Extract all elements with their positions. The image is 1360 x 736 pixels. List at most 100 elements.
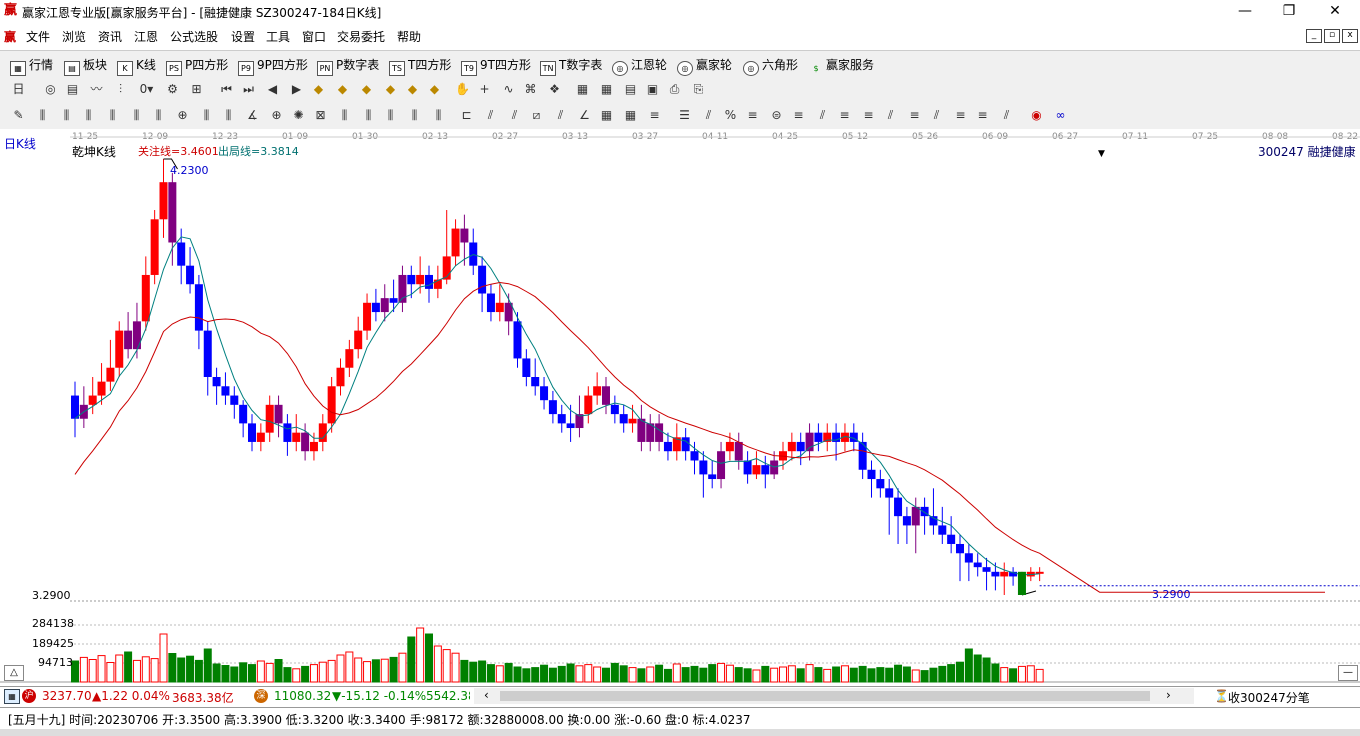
candle-body[interactable] xyxy=(947,534,956,544)
candle-body[interactable] xyxy=(194,284,203,331)
fib-tool-04-icon[interactable]: ⊜ xyxy=(768,107,785,124)
candle-body[interactable] xyxy=(681,437,690,452)
fib-tool-09-icon[interactable]: ⫽ xyxy=(882,107,899,124)
gann-tool-14-icon[interactable]: ⫼ xyxy=(336,107,353,124)
candle-body[interactable] xyxy=(655,423,664,442)
candle-body[interactable] xyxy=(885,488,894,498)
export-icon[interactable]: ⎘ xyxy=(690,81,707,98)
gann-tool-17-icon[interactable]: ⫼ xyxy=(406,107,423,124)
menu-info[interactable]: 资讯 xyxy=(98,28,122,45)
bars-icon[interactable]: ⫶ xyxy=(112,81,129,98)
candle-body[interactable] xyxy=(371,302,380,313)
tool-b-icon[interactable]: ❖ xyxy=(546,81,563,98)
line-tool-01-icon[interactable]: ⊏ xyxy=(458,107,475,124)
fib-tool-12-icon[interactable]: ≡ xyxy=(952,107,969,124)
gann-tool-08-icon[interactable]: ⫼ xyxy=(198,107,215,124)
candle-body[interactable] xyxy=(380,298,389,313)
candle-body[interactable] xyxy=(725,441,734,452)
candle-body[interactable] xyxy=(265,404,274,433)
diamond-6-icon[interactable]: ◆ xyxy=(426,81,443,98)
diamond-3-icon[interactable]: ◆ xyxy=(358,81,375,98)
candle-body[interactable] xyxy=(71,395,79,419)
gann-tool-02-icon[interactable]: ⫼ xyxy=(58,107,75,124)
candle-body[interactable] xyxy=(186,265,195,285)
gann-tool-01-icon[interactable]: ⫼ xyxy=(34,107,51,124)
candle-body[interactable] xyxy=(1000,571,1009,577)
color-wheel-icon[interactable]: ◉ xyxy=(1028,107,1045,124)
infinity-icon[interactable]: ∞ xyxy=(1052,107,1069,124)
fib-tool-05-icon[interactable]: ≡ xyxy=(790,107,807,124)
filter-icon[interactable]: ⏳ xyxy=(1214,689,1229,703)
candle-body[interactable] xyxy=(239,404,248,424)
candle-body[interactable] xyxy=(548,400,557,415)
tick-data-label[interactable]: 收300247分笔 xyxy=(1228,689,1310,706)
tb-winner-wheel[interactable]: ◎ 赢家轮 xyxy=(677,56,732,76)
gann-tool-09-icon[interactable]: ⫼ xyxy=(220,107,237,124)
candle-body[interactable] xyxy=(743,460,752,475)
candle-body[interactable] xyxy=(354,330,363,350)
candle-body[interactable] xyxy=(964,553,973,563)
tb-hexagon[interactable]: ◎ 六角形 xyxy=(743,56,798,76)
candle-body[interactable] xyxy=(956,543,964,554)
mdi-minimize-icon[interactable]: _ xyxy=(1306,29,1322,43)
menu-formula[interactable]: 公式选股 xyxy=(170,28,218,45)
fib-tool-08-icon[interactable]: ≡ xyxy=(860,107,877,124)
candle-body[interactable] xyxy=(531,377,540,387)
candle-body[interactable] xyxy=(248,423,256,442)
tb-sector[interactable]: ▤ 板块 xyxy=(64,56,107,76)
candle-body[interactable] xyxy=(982,567,991,572)
candle-body[interactable] xyxy=(97,381,106,396)
scroll-thumb[interactable] xyxy=(500,691,1150,701)
kline-chart-panel[interactable]: 11-25 12-09 12-23 01-09 01-30 02-13 02-27 03-13… xyxy=(0,129,1360,685)
candle-body[interactable] xyxy=(540,386,549,401)
gann-tool-03-icon[interactable]: ⫼ xyxy=(80,107,97,124)
line-tool-09-icon[interactable]: ≡ xyxy=(646,107,663,124)
calendar-icon[interactable]: ▦ xyxy=(574,81,591,98)
tb-p-table[interactable]: PN P数字表 xyxy=(317,56,379,76)
candle-body[interactable] xyxy=(292,432,301,442)
candle-body[interactable] xyxy=(867,469,876,480)
candle-body[interactable] xyxy=(256,432,265,442)
candle-body[interactable] xyxy=(88,395,97,405)
collapse-up-icon[interactable]: △ xyxy=(4,665,24,681)
pen-icon[interactable]: ✎ xyxy=(10,107,27,124)
restore-button[interactable]: ❐ xyxy=(1266,0,1312,24)
trend-icon[interactable]: ∿ xyxy=(500,81,517,98)
tb-t-square[interactable]: TS T四方形 xyxy=(389,56,451,76)
candle-body[interactable] xyxy=(274,404,283,424)
fib-tool-06-icon[interactable]: ⫽ xyxy=(814,107,831,124)
candle-body[interactable] xyxy=(425,274,433,289)
line-tool-03-icon[interactable]: ⫽ xyxy=(506,107,523,124)
candle-body[interactable] xyxy=(168,182,177,243)
menu-gann[interactable]: 江恩 xyxy=(134,28,158,45)
candle-body[interactable] xyxy=(610,404,619,415)
menu-browse[interactable]: 浏览 xyxy=(62,28,86,45)
hand-icon[interactable]: ✋ xyxy=(454,81,471,98)
tool-a-icon[interactable]: ⌘ xyxy=(522,81,539,98)
candle-body[interactable] xyxy=(894,497,903,517)
line-tool-04-icon[interactable]: ⧄ xyxy=(528,107,545,124)
candle-body[interactable] xyxy=(407,274,416,285)
candle-body[interactable] xyxy=(363,302,372,331)
menu-settings[interactable]: 设置 xyxy=(231,28,255,45)
tb-quotes[interactable]: ▦ 行情 xyxy=(10,56,53,76)
gann-tool-13-icon[interactable]: ⊠ xyxy=(312,107,329,124)
scroll-right-icon[interactable]: › xyxy=(1166,688,1171,702)
candle-body[interactable] xyxy=(663,441,672,452)
crosshair-icon[interactable]: + xyxy=(476,81,493,98)
candle-body[interactable] xyxy=(301,432,310,452)
candle-body[interactable] xyxy=(115,330,124,368)
line-tool-06-icon[interactable]: ∠ xyxy=(576,107,593,124)
menu-trade[interactable]: 交易委托 xyxy=(337,28,385,45)
print-icon[interactable]: ⎙ xyxy=(666,81,683,98)
candle-body[interactable] xyxy=(902,516,911,526)
percent-icon[interactable]: % xyxy=(722,107,739,124)
close-button[interactable]: ✕ xyxy=(1312,0,1358,24)
candle-body[interactable] xyxy=(327,386,336,424)
layout-dropdown-icon[interactable]: 日 xyxy=(10,81,27,98)
fib-tool-14-icon[interactable]: ⫽ xyxy=(998,107,1015,124)
menu-tools[interactable]: 工具 xyxy=(266,28,290,45)
right-icon[interactable]: ▶ xyxy=(288,81,305,98)
candle-body[interactable] xyxy=(230,395,239,405)
tb-gann-wheel[interactable]: ◎ 江恩轮 xyxy=(612,56,667,76)
